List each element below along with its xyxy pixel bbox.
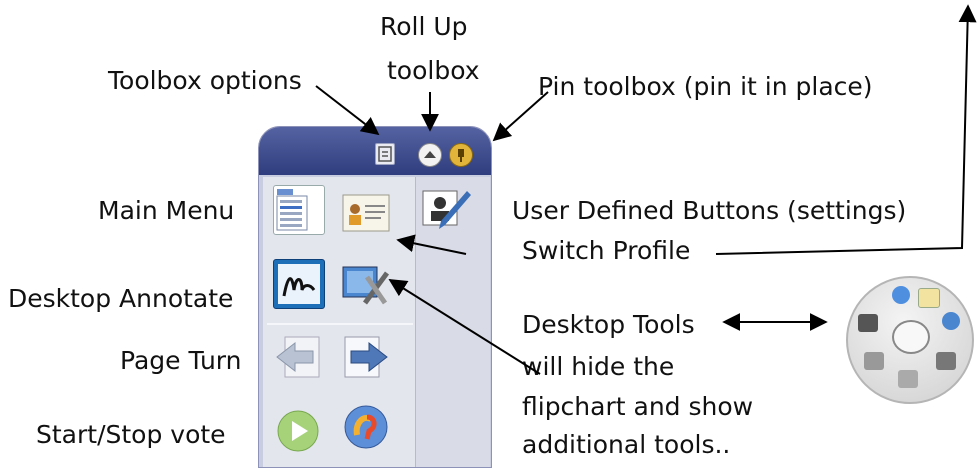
camera-icon xyxy=(864,352,884,370)
label-desktop-tools-note-3: additional tools.. xyxy=(522,430,731,459)
label-pin-toolbox: Pin toolbox (pin it in place) xyxy=(538,72,873,101)
play-icon[interactable] xyxy=(273,407,323,455)
pin-icon[interactable] xyxy=(449,143,473,167)
tools-icon xyxy=(898,370,918,388)
main-menu-icon[interactable] xyxy=(273,185,325,235)
recorder-icon xyxy=(936,352,956,370)
label-page-turn: Page Turn xyxy=(120,346,242,375)
label-desktop-tools-note-2: flipchart and show xyxy=(522,392,754,421)
roll-up-icon[interactable] xyxy=(418,143,442,167)
label-toolbox-options: Toolbox options xyxy=(108,66,302,95)
annotate-icon[interactable] xyxy=(273,259,325,309)
label-desktop-tools-note-1: will hide the xyxy=(522,352,675,381)
globe-icon xyxy=(892,286,910,304)
toolbox-header xyxy=(259,127,491,175)
label-main-menu: Main Menu xyxy=(98,196,235,225)
label-desktop-annotate: Desktop Annotate xyxy=(8,284,234,313)
toolbox-divider xyxy=(267,323,413,325)
label-user-defined: User Defined Buttons (settings) xyxy=(512,196,907,225)
label-desktop-tools: Desktop Tools xyxy=(522,310,695,339)
keyboard-icon xyxy=(858,314,878,332)
desktop-tools-icon[interactable] xyxy=(341,261,391,309)
options-icon[interactable] xyxy=(375,143,395,165)
user-pen-icon[interactable] xyxy=(421,185,471,233)
desktop-tools-center-icon xyxy=(892,320,930,354)
profile-card-icon[interactable] xyxy=(341,189,391,237)
label-roll-up-line2: toolbox xyxy=(387,56,480,85)
vote-icon[interactable] xyxy=(341,403,391,451)
pen-icon xyxy=(918,288,940,308)
label-start-stop-vote: Start/Stop vote xyxy=(36,420,226,449)
colors-icon xyxy=(942,312,960,330)
page-back-icon[interactable] xyxy=(273,333,323,381)
label-switch-profile: Switch Profile xyxy=(522,236,691,265)
page-forward-icon[interactable] xyxy=(341,333,391,381)
label-roll-up-line1: Roll Up xyxy=(380,12,468,41)
toolbox xyxy=(258,126,492,468)
desktop-tools-wheel xyxy=(846,276,974,404)
